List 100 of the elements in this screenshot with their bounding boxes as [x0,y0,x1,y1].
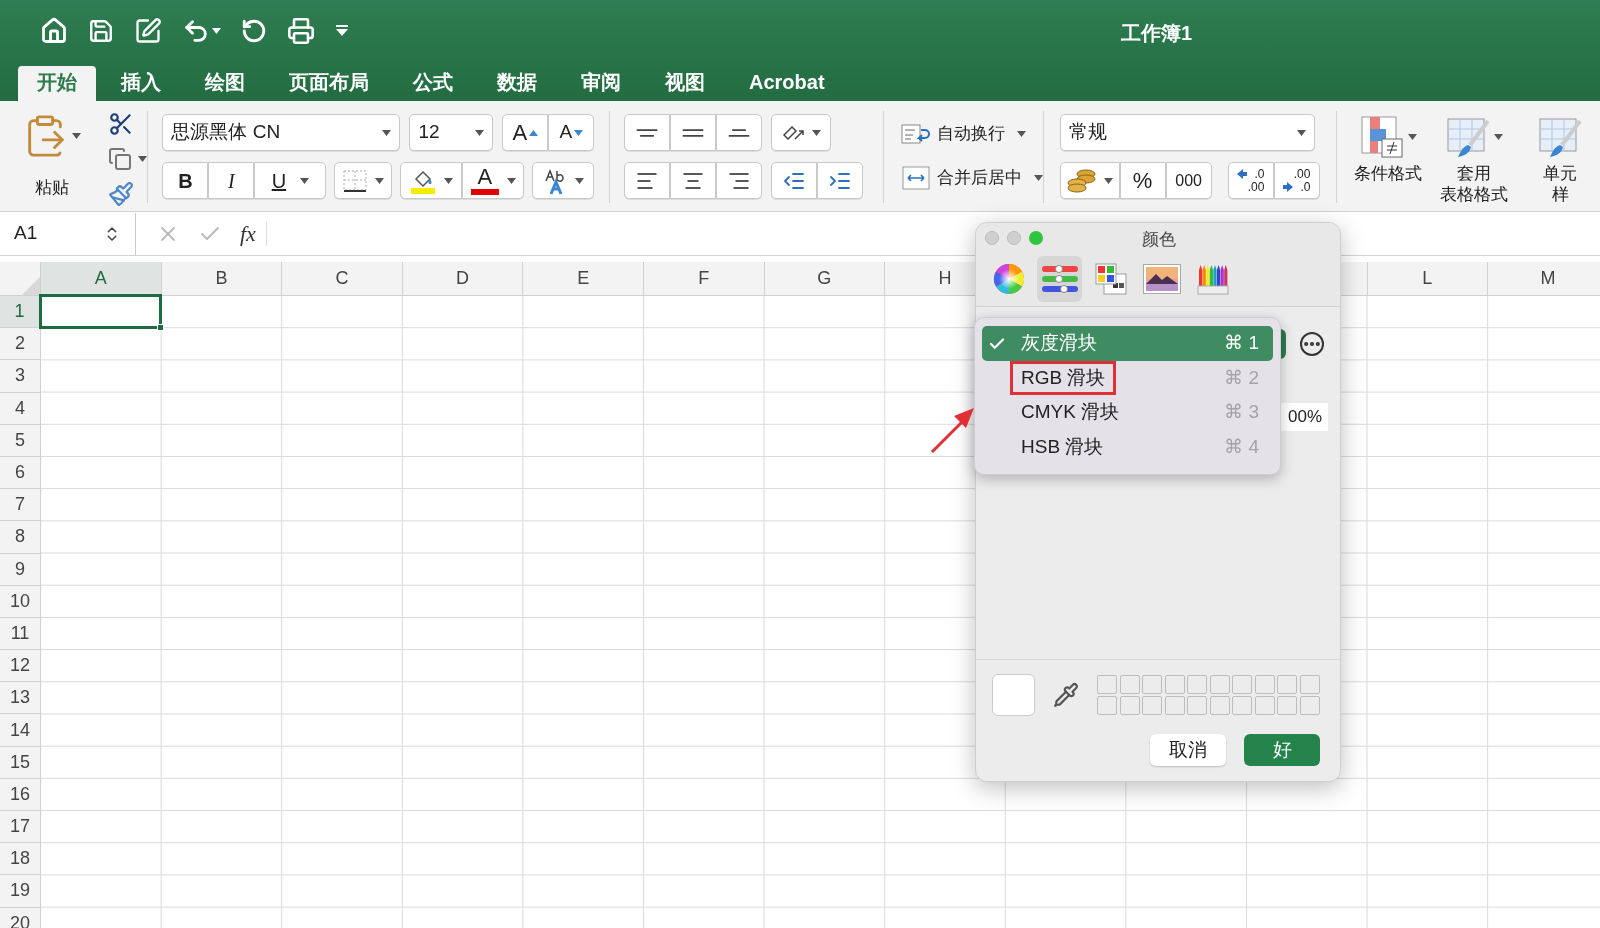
eyedropper-icon[interactable] [1053,682,1079,708]
row-header[interactable]: 3 [0,360,41,393]
row-header[interactable]: 4 [0,392,41,425]
row-header[interactable]: 9 [0,553,41,586]
swatch-slot[interactable] [1254,674,1275,694]
color-mode-button[interactable] [1037,256,1082,302]
underline-button[interactable]: U [254,162,327,199]
menu-item[interactable]: RGB 滑块 ⌘ 2 [982,360,1273,395]
menu-item[interactable]: CMYK 滑块 ⌘ 3 [982,395,1273,430]
row-header[interactable]: 19 [0,875,41,908]
font-size-field[interactable]: 12 [409,114,494,151]
more-options-icon[interactable] [1300,332,1324,356]
swatch-slot[interactable] [1164,696,1185,716]
column-header[interactable]: B [161,262,283,296]
swatch-slot[interactable] [1119,696,1140,716]
style-button[interactable]: 套用 表格格式 [1434,111,1515,205]
swatch-slot[interactable] [1299,674,1320,694]
borders-button[interactable] [334,162,393,199]
ok-button[interactable]: 好 [1244,734,1320,766]
swatch-slot[interactable] [1142,674,1162,694]
shrink-font-button[interactable]: A [548,114,595,151]
font-name-field[interactable]: 思源黑体 CN [162,114,401,151]
selected-cell[interactable] [39,294,162,329]
column-header[interactable]: G [764,262,886,296]
column-header[interactable]: C [282,262,403,296]
ribbon-tab[interactable]: 绘图 [186,66,264,101]
column-header[interactable]: D [402,262,524,296]
row-header[interactable]: 16 [0,778,41,811]
column-header[interactable]: M [1488,262,1600,296]
row-header[interactable]: 2 [0,328,41,361]
swatch-slot[interactable] [1187,696,1207,716]
row-header[interactable]: 1 [0,296,41,329]
swatch-slot[interactable] [1119,674,1140,694]
customize-icon[interactable] [335,25,349,37]
merge-center-button[interactable]: 合并后居中 [901,164,1044,191]
home-icon[interactable] [40,17,68,45]
style-button[interactable]: 单元 样 [1520,111,1600,205]
redo-icon[interactable] [241,18,267,44]
print-icon[interactable] [287,17,315,45]
swatch-slot[interactable] [1232,674,1252,694]
color-well[interactable] [992,674,1035,716]
undo-icon[interactable] [182,17,210,45]
increase-decimal-button[interactable]: .0 .00 [1227,162,1274,199]
style-button[interactable]: 条件格式 [1348,111,1429,205]
swatch-slot[interactable] [1164,674,1185,694]
align-left-button[interactable] [623,162,670,199]
row-header[interactable]: 13 [0,682,41,715]
grow-font-button[interactable]: A [502,114,549,151]
row-header[interactable]: 5 [0,424,41,457]
ribbon-tab[interactable]: 页面布局 [270,66,388,101]
currency-button[interactable] [1059,162,1120,199]
increase-indent-button[interactable] [816,162,863,199]
swatch-slot[interactable] [1142,696,1162,716]
name-box[interactable]: A1 [0,212,136,255]
menu-item[interactable]: HSB 滑块 ⌘ 4 [982,429,1273,464]
column-header[interactable]: E [523,262,644,296]
edit-icon[interactable] [134,17,162,45]
italic-button[interactable]: I [208,162,255,199]
row-header[interactable]: 10 [0,585,41,618]
thousands-button[interactable]: 000 [1165,162,1212,199]
vertical-align-button[interactable] [715,114,762,151]
ribbon-tab[interactable]: 审阅 [562,66,640,101]
fill-color-button[interactable] [400,162,463,199]
ribbon-tab[interactable]: 视图 [646,66,724,101]
vertical-align-button[interactable] [623,114,670,151]
copy-icon[interactable] [108,147,132,171]
orientation-button[interactable] [770,114,831,151]
swatch-slot[interactable] [1187,674,1207,694]
column-header[interactable]: L [1367,262,1489,296]
row-header[interactable]: 11 [0,617,41,651]
caret-icon[interactable] [212,28,221,34]
function-button[interactable]: fx [240,217,256,250]
save-icon[interactable] [88,18,114,44]
swatch-slot[interactable] [1232,696,1252,716]
ribbon-tab[interactable]: 插入 [102,66,180,101]
percent-button[interactable]: % [1119,162,1166,199]
font-color-button[interactable]: A [462,162,525,199]
row-header[interactable]: 20 [0,907,41,928]
format-painter-icon[interactable] [108,181,134,207]
swatch-slot[interactable] [1097,696,1117,716]
ribbon-tab[interactable]: Acrobat [730,66,844,101]
row-header[interactable]: 15 [0,746,41,779]
row-header[interactable]: 12 [0,650,41,683]
align-right-button[interactable] [715,162,762,199]
swatch-slot[interactable] [1254,696,1275,716]
swatch-slot[interactable] [1277,674,1297,694]
bold-button[interactable]: B [162,162,209,199]
swatch-slot[interactable] [1097,674,1117,694]
text-effects-button[interactable] [532,162,595,199]
row-header[interactable]: 18 [0,843,41,876]
decrease-indent-button[interactable] [770,162,817,199]
ribbon-tab[interactable]: 数据 [478,66,556,101]
swatch-slot[interactable] [1299,696,1320,716]
row-header[interactable]: 7 [0,489,41,522]
column-header[interactable]: F [643,262,765,296]
number-format-field[interactable]: 常规 [1059,114,1315,151]
scissors-icon[interactable] [108,111,134,137]
fill-handle[interactable] [157,324,164,331]
ribbon-tab[interactable]: 开始 [18,66,96,101]
swatch-slot[interactable] [1277,696,1297,716]
